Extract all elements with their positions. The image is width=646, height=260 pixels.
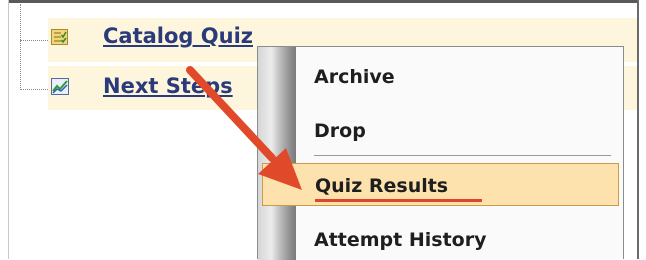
quiz-results-underline xyxy=(315,199,482,202)
quiz-checklist-icon xyxy=(51,29,68,45)
tree-connector-vertical xyxy=(20,4,21,90)
menu-item-drop[interactable]: Drop xyxy=(314,120,366,142)
frame-right-border xyxy=(637,0,639,259)
context-menu: Archive Drop Quiz Results Attempt Histor… xyxy=(257,46,624,260)
catalog-quiz-link[interactable]: Catalog Quiz xyxy=(103,24,253,48)
frame-top-border xyxy=(8,0,638,3)
menu-item-quiz-results[interactable]: Quiz Results xyxy=(262,163,619,206)
page-root: Catalog Quiz Next Steps Archive Drop Qui… xyxy=(0,0,646,260)
menu-item-archive[interactable]: Archive xyxy=(314,66,395,88)
chart-icon xyxy=(51,78,69,95)
menu-item-attempt-history[interactable]: Attempt History xyxy=(314,229,486,251)
tree-connector-item-1 xyxy=(20,40,48,41)
next-steps-link[interactable]: Next Steps xyxy=(103,74,233,98)
tree-connector-item-2 xyxy=(20,89,48,90)
menu-separator xyxy=(314,155,611,156)
frame-left-border xyxy=(8,0,9,259)
context-menu-gutter xyxy=(258,47,296,260)
menu-item-quiz-results-label: Quiz Results xyxy=(315,175,449,197)
